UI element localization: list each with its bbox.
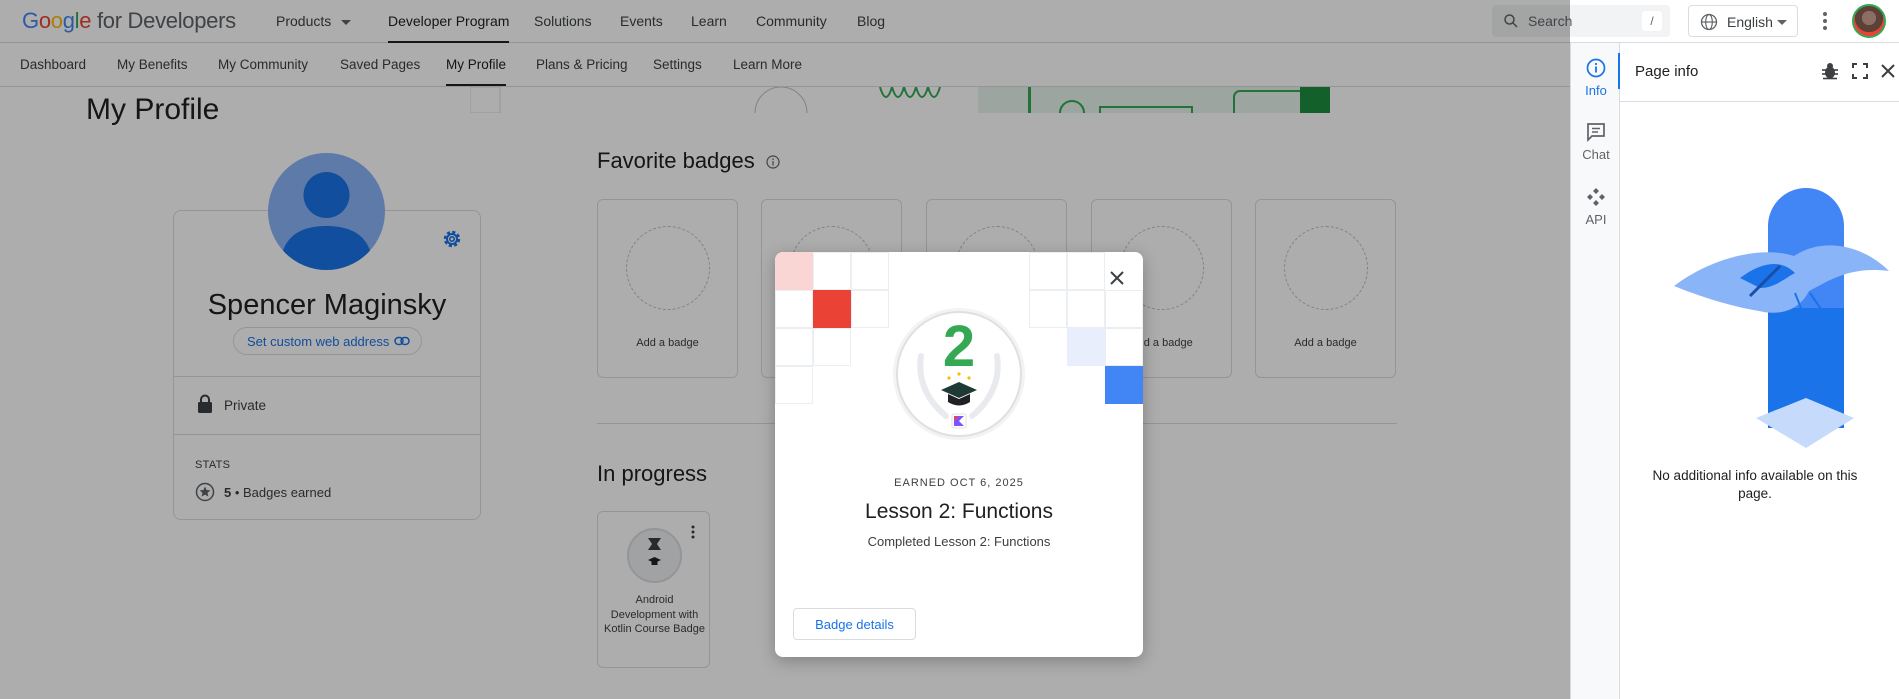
page-info-panel: Page info No additional info available o… xyxy=(1620,43,1899,699)
decor-pixel xyxy=(813,252,851,290)
decor-pixel xyxy=(775,328,813,366)
language-label: English xyxy=(1727,14,1773,30)
badge-details-button[interactable]: Badge details xyxy=(793,608,916,640)
decor-pixel xyxy=(813,290,851,328)
rail-label: Info xyxy=(1585,83,1607,98)
decor-pixel xyxy=(851,252,889,290)
globe-icon xyxy=(1700,13,1718,31)
decor-pixel xyxy=(813,328,851,366)
side-panel-rail: Info Chat API xyxy=(1570,43,1621,699)
close-icon[interactable] xyxy=(1878,61,1898,81)
decor-pixel xyxy=(1067,290,1105,328)
badge-number: 2 xyxy=(943,314,975,379)
panel-empty-message: No additional info available on this pag… xyxy=(1652,468,1858,501)
badge-earned-dialog: 2 EARNED OCT 6, 2025 Lesson 2: Functions… xyxy=(775,252,1143,657)
decor-pixel xyxy=(1067,328,1105,366)
bug-icon[interactable] xyxy=(1820,61,1840,81)
panel-title: Page info xyxy=(1635,63,1699,80)
decor-pixel xyxy=(775,290,813,328)
decor-pixel xyxy=(1105,366,1143,404)
badge-title: Lesson 2: Functions xyxy=(865,500,1053,523)
earned-badge-icon: 2 xyxy=(893,308,1025,440)
info-icon xyxy=(1586,58,1606,78)
chevron-down-icon xyxy=(1777,20,1787,25)
fullscreen-icon[interactable] xyxy=(1850,61,1870,81)
badge-description: Completed Lesson 2: Functions xyxy=(867,534,1051,549)
api-icon xyxy=(1587,188,1605,206)
decor-pixel xyxy=(775,252,813,290)
chat-icon xyxy=(1587,123,1605,143)
rail-tab-chat[interactable]: Chat xyxy=(1571,121,1621,162)
earned-date: EARNED OCT 6, 2025 xyxy=(894,477,1024,489)
rail-label: API xyxy=(1585,212,1607,227)
decor-pixel xyxy=(775,366,813,404)
decor-pixel xyxy=(851,290,889,328)
rail-tab-info[interactable]: Info xyxy=(1571,57,1621,98)
language-selector[interactable]: English xyxy=(1688,5,1798,37)
rail-label: Chat xyxy=(1582,147,1610,162)
more-vert-icon[interactable] xyxy=(1810,6,1840,36)
rail-tab-api[interactable]: API xyxy=(1571,186,1621,227)
decor-pixel xyxy=(1029,290,1067,328)
decor-pixel xyxy=(1029,252,1067,290)
divider xyxy=(1620,101,1899,102)
decor-pixel xyxy=(1105,290,1143,328)
heron-illustration xyxy=(1674,188,1889,448)
decor-pixel xyxy=(1067,252,1105,290)
decor-pixel xyxy=(1105,328,1143,366)
close-icon[interactable] xyxy=(1107,268,1127,288)
account-avatar[interactable] xyxy=(1852,4,1886,38)
search-shortcut-key: / xyxy=(1642,11,1662,31)
